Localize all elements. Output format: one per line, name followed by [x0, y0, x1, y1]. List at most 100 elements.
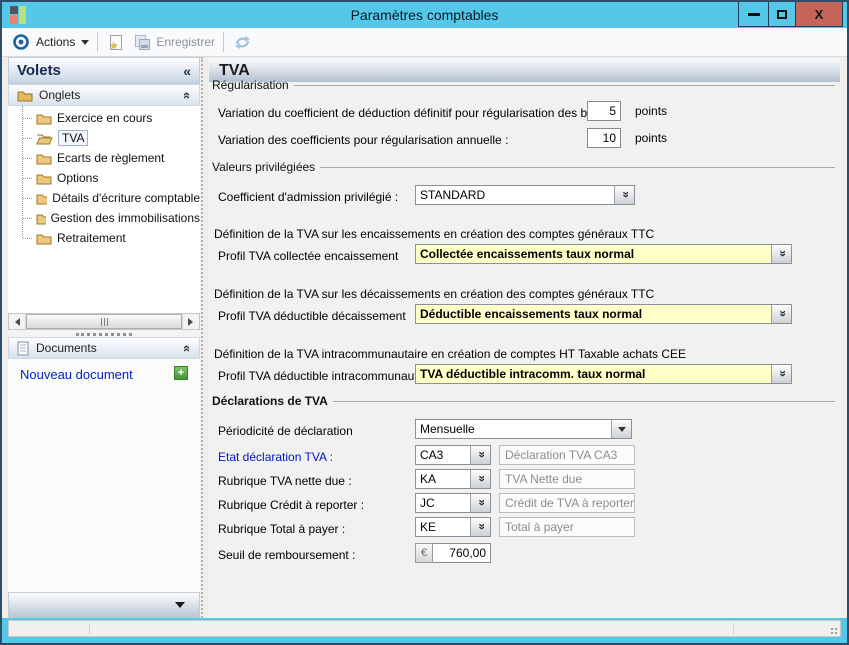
maximize-button[interactable]	[769, 2, 796, 27]
profil-decaissement-combo[interactable]: Déductible encaissements taux normal «	[415, 304, 792, 324]
dropdown-button[interactable]: «	[771, 305, 791, 323]
double-chevron-icon: «	[474, 452, 488, 458]
dropdown-button[interactable]: «	[771, 245, 791, 263]
tree-item-retraitement[interactable]: Retraitement	[8, 228, 200, 248]
onglets-header[interactable]: Onglets «	[8, 84, 200, 106]
profil-collectee-combo[interactable]: Collectée encaissements taux normal «	[415, 244, 792, 264]
field-label: Coefficient d'admission privilégié :	[218, 190, 398, 204]
group-valeurs: Valeurs privilégiées	[212, 160, 835, 174]
double-chevron-icon: «	[474, 476, 488, 482]
scroll-right-button[interactable]	[182, 314, 199, 329]
volets-title: Volets	[17, 62, 61, 79]
dropdown-button[interactable]: «	[470, 494, 490, 512]
folder-icon	[36, 192, 47, 205]
field-label-link[interactable]: Etat déclaration TVA :	[218, 450, 333, 464]
scrollbar-thumb[interactable]	[26, 314, 182, 329]
tree-item-details[interactable]: Détails d'écriture comptable	[8, 188, 200, 208]
dropdown-button[interactable]	[611, 420, 631, 438]
etat-code-combo[interactable]: CA3 «	[415, 445, 491, 465]
app-window: Paramètres comptables X Actions ★ Enregi…	[0, 0, 849, 645]
profil-intracommunautaire-combo[interactable]: TVA déductible intracomm. taux normal «	[415, 364, 792, 384]
close-button[interactable]: X	[796, 2, 843, 27]
group-declarations: Déclarations de TVA	[212, 394, 835, 408]
credit-code-combo[interactable]: JC «	[415, 493, 491, 513]
currency-euro-button[interactable]: €	[415, 543, 433, 563]
folder-open-icon	[36, 132, 53, 145]
vertical-splitter[interactable]	[201, 57, 203, 618]
horizontal-scrollbar[interactable]	[8, 313, 200, 330]
refresh-icon	[234, 35, 251, 50]
document-star-icon: ★	[110, 35, 122, 50]
collapse-section-icon[interactable]: «	[180, 344, 195, 351]
combo-value: CA3	[416, 446, 470, 464]
volets-header: Volets «	[8, 57, 200, 84]
status-bar	[8, 620, 841, 637]
actions-label: Actions	[36, 35, 75, 49]
variation-biens-input[interactable]	[587, 101, 621, 121]
combo-value: KE	[416, 518, 470, 536]
collapse-section-icon[interactable]: «	[180, 91, 195, 98]
tree-item-exercice[interactable]: Exercice en cours	[8, 108, 200, 128]
double-chevron-icon: «	[474, 500, 488, 506]
field-label: Variation des coefficients pour régulari…	[218, 133, 508, 147]
tree-item-label: Retraitement	[57, 231, 126, 245]
tree-item-options[interactable]: Options	[8, 168, 200, 188]
actions-target-icon	[12, 33, 30, 51]
tree-item-label: Détails d'écriture comptable	[52, 191, 200, 205]
folder-icon	[36, 172, 52, 185]
new-document-link[interactable]: Nouveau document	[20, 367, 133, 382]
star-icon: ★	[109, 42, 118, 52]
toolbar: Actions ★ Enregistrer	[2, 28, 847, 57]
unit-label: points	[635, 131, 667, 145]
folder-icon	[17, 89, 33, 102]
add-document-button[interactable]: +	[174, 366, 188, 380]
total-code-combo[interactable]: KE «	[415, 517, 491, 537]
new-item-button[interactable]: ★	[106, 32, 126, 52]
variation-annuelle-input[interactable]	[587, 128, 621, 148]
field-label: Profil TVA déductible décaissement	[218, 309, 406, 323]
tree-item-label-selected: TVA	[58, 130, 88, 146]
toolbar-separator	[223, 32, 224, 52]
arrow-left-icon	[11, 318, 20, 326]
coefficient-combo[interactable]: STANDARD «	[415, 185, 635, 205]
field-label: Variation du coefficient de déduction dé…	[218, 106, 616, 120]
tree-item-immobilisations[interactable]: Gestion des immobilisations	[8, 208, 200, 228]
nette-code-combo[interactable]: KA «	[415, 469, 491, 489]
tree-item-label: Exercice en cours	[57, 111, 152, 125]
tree-item-tva[interactable]: TVA	[8, 128, 200, 148]
minimize-button[interactable]	[738, 2, 769, 27]
sidebar-bottom-bar[interactable]	[8, 592, 200, 618]
folder-icon	[36, 232, 52, 245]
combo-value: Collectée encaissements taux normal	[416, 245, 771, 263]
dropdown-button[interactable]: «	[470, 518, 490, 536]
periodicite-combo[interactable]: Mensuelle	[415, 419, 632, 439]
field-label: Rubrique Total à payer :	[218, 522, 345, 536]
chevron-down-icon	[175, 602, 185, 613]
scroll-left-button[interactable]	[9, 314, 26, 329]
save-label: Enregistrer	[156, 35, 215, 49]
seuil-remboursement-input[interactable]	[433, 543, 491, 563]
combo-value: KA	[416, 470, 470, 488]
combo-value: Déductible encaissements taux normal	[416, 305, 771, 323]
main-panel: TVA Régularisation Variation du coeffici…	[208, 57, 841, 618]
field-label: Périodicité de déclaration	[218, 424, 353, 438]
tree-item-ecarts[interactable]: Ecarts de règlement	[8, 148, 200, 168]
group-legend: Valeurs privilégiées	[212, 160, 315, 174]
actions-menu-button[interactable]: Actions	[12, 33, 89, 51]
collapse-panel-button[interactable]: «	[183, 63, 191, 79]
row-seuil-remboursement: Seuil de remboursement :	[218, 545, 835, 565]
refresh-button[interactable]	[232, 32, 252, 52]
dropdown-button[interactable]: «	[614, 186, 634, 204]
documents-header[interactable]: Documents «	[8, 337, 200, 359]
dropdown-button[interactable]: «	[470, 446, 490, 464]
field-label: Profil TVA collectée encaissement	[218, 249, 398, 263]
resize-grip[interactable]	[828, 625, 837, 634]
combo-value: STANDARD	[416, 186, 614, 204]
onglets-title: Onglets	[39, 88, 80, 102]
double-chevron-icon: «	[775, 371, 789, 377]
dropdown-button[interactable]: «	[771, 365, 791, 383]
documents-panel: Nouveau document +	[8, 359, 200, 592]
save-button[interactable]	[132, 32, 152, 52]
double-chevron-icon: «	[775, 251, 789, 257]
dropdown-button[interactable]: «	[470, 470, 490, 488]
